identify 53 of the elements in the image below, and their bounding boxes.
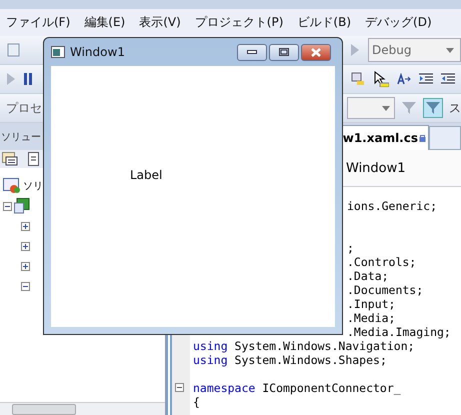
dropdown-field[interactable] [347, 97, 395, 119]
label-text: Label [130, 168, 162, 182]
solution-icon [3, 178, 21, 194]
font-icon[interactable] [397, 73, 411, 85]
menu-item[interactable]: デバッグ(D) [365, 14, 432, 31]
maximize-button[interactable] [269, 44, 299, 60]
process-label: プロセ [6, 100, 42, 116]
code-line: using System.Windows.Navigation; [193, 339, 415, 353]
maximize-icon [279, 48, 289, 56]
expander-icon[interactable] [3, 202, 12, 210]
pointer-icon[interactable] [373, 71, 389, 87]
code-line: ions.Generic; [346, 199, 438, 213]
indent-icon[interactable] [441, 73, 455, 85]
code-line: .Documents; [346, 283, 424, 297]
tree-item[interactable]: ソリ [23, 179, 43, 193]
indent-icon[interactable] [419, 73, 433, 85]
expander-icon[interactable] [21, 242, 30, 250]
code-line: namespace IComponentConnector_ [193, 381, 401, 395]
menu-item[interactable]: 表示(V) [139, 14, 181, 31]
code-line: .Data; [346, 269, 389, 283]
window-icon [51, 46, 65, 58]
csharp-project-icon [14, 198, 30, 214]
configuration-dropdown[interactable]: Debug [368, 38, 461, 62]
code-line: .Controls; [346, 255, 416, 269]
code-line: .Media; [346, 311, 396, 325]
expander-icon[interactable] [21, 222, 30, 230]
panel-title: ソリュー [0, 130, 41, 144]
code-line: { [193, 395, 200, 409]
close-icon [310, 48, 322, 56]
collapse-icon[interactable] [175, 383, 184, 392]
caret-icon [382, 106, 390, 110]
minimize-button[interactable] [237, 44, 267, 60]
expander-icon[interactable] [21, 282, 30, 290]
menu-item[interactable]: ファイル(F) [6, 14, 70, 31]
menu-item[interactable]: プロジェクト(P) [194, 14, 284, 31]
menu-item[interactable]: ビルド(B) [297, 14, 352, 31]
caret-icon [446, 48, 454, 52]
close-button[interactable] [301, 44, 331, 60]
menu-item[interactable]: 編集(E) [84, 14, 126, 31]
window-title: Window1 [70, 45, 125, 59]
code-line: using System.Windows.Shapes; [193, 353, 387, 367]
code-line: .Media.Imaging; [346, 325, 451, 339]
member-dropdown[interactable]: Window1 [346, 160, 406, 176]
filter-icon[interactable] [423, 98, 443, 118]
filter-label: ス [449, 100, 461, 116]
code-line: ; [346, 241, 354, 255]
pause-icon[interactable] [24, 73, 32, 85]
document-icon[interactable] [28, 152, 42, 166]
minimize-icon [247, 50, 257, 54]
horizontal-scrollbar[interactable] [0, 402, 165, 415]
properties-icon[interactable] [2, 152, 18, 166]
expander-icon[interactable] [21, 262, 30, 270]
code-line: .Input; [346, 297, 396, 311]
